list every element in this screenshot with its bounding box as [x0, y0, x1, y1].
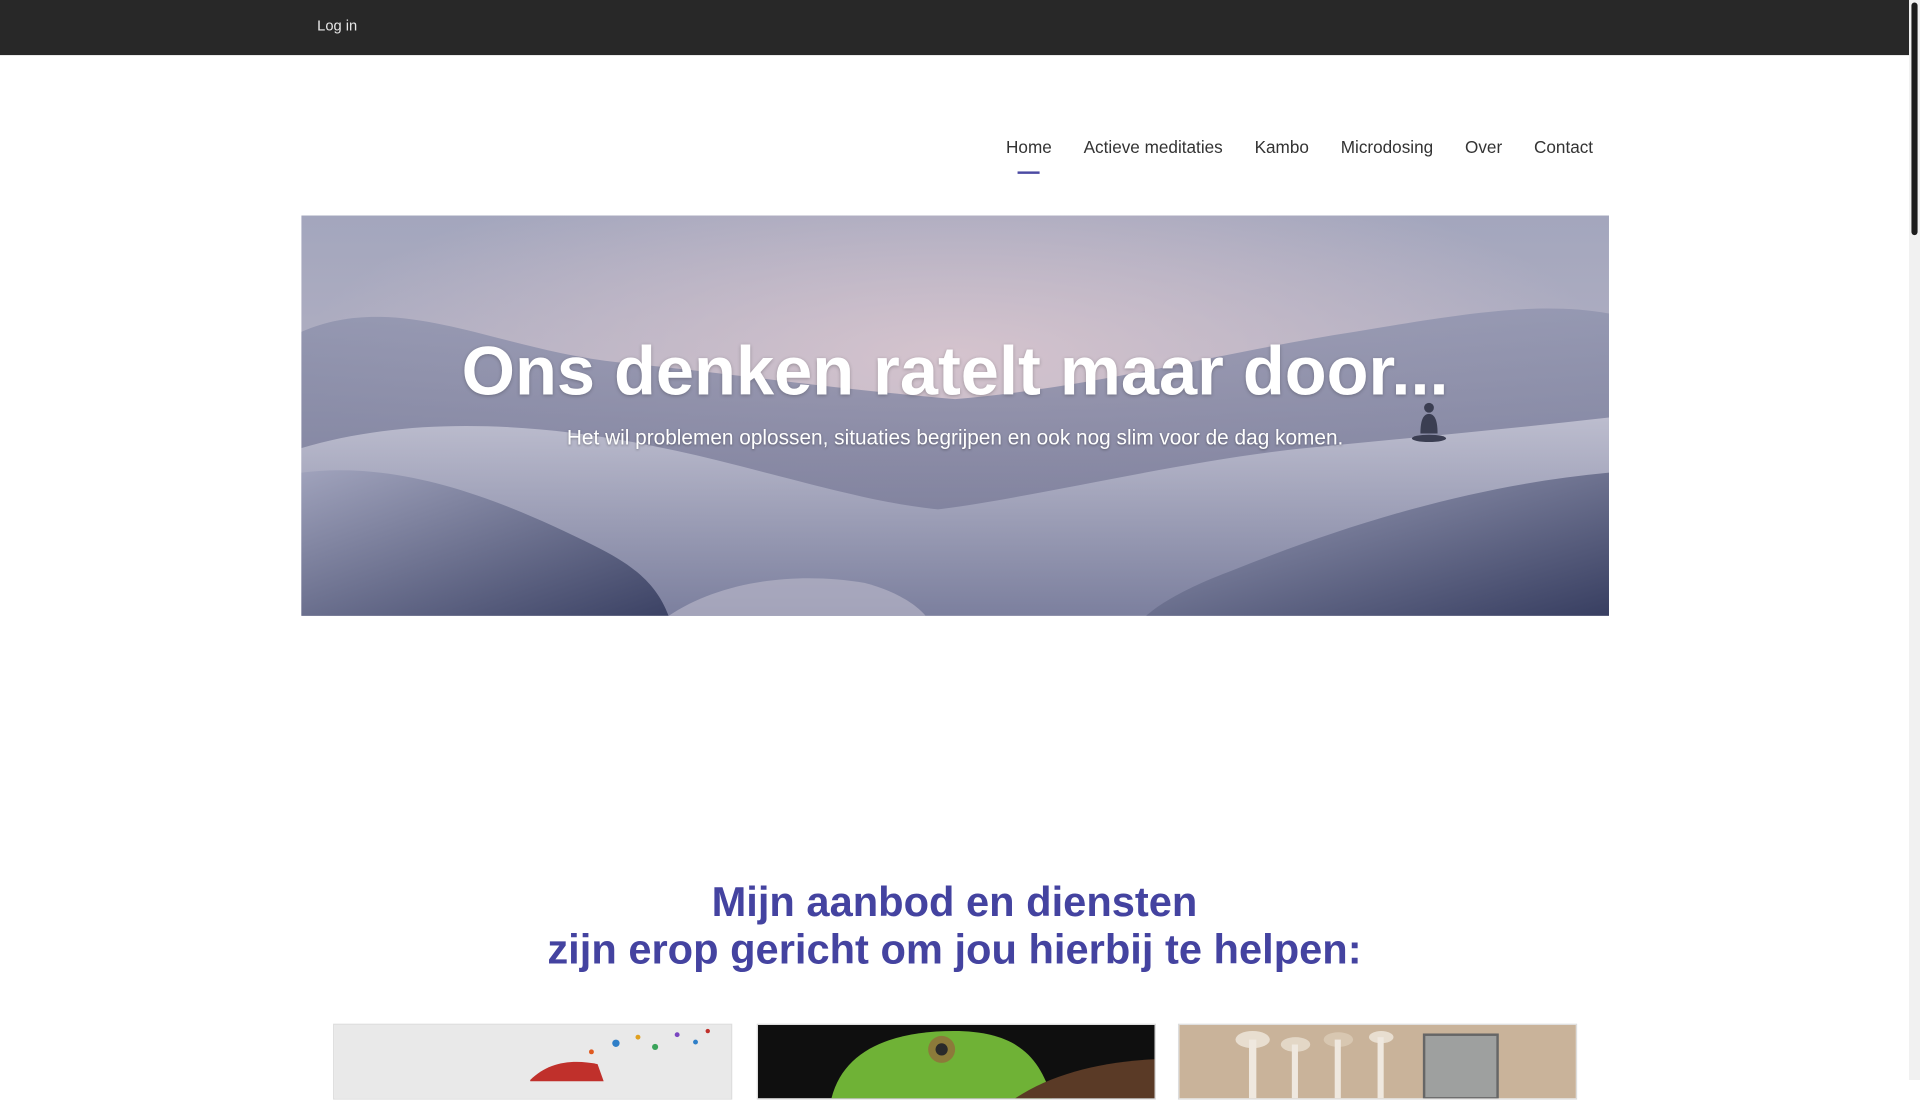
- hero-background-image: [301, 215, 1609, 616]
- hero-banner: Ons denken ratelt maar door... Het wil p…: [301, 215, 1609, 616]
- page-scrollbar[interactable]: [1908, 0, 1920, 1081]
- login-link[interactable]: Log in: [317, 17, 357, 34]
- service-card-meditation[interactable]: [333, 1023, 733, 1100]
- hero-subtitle: Het wil problemen oplossen, situaties be…: [566, 426, 1344, 450]
- service-card-microdosing[interactable]: [1177, 1023, 1578, 1100]
- nav-item-kambo[interactable]: Kambo: [1239, 137, 1325, 157]
- nav-item-home[interactable]: Home: [990, 137, 1068, 157]
- service-card-kambo[interactable]: [756, 1023, 1156, 1100]
- hero-title: Ons denken ratelt maar door...: [461, 331, 1449, 409]
- top-bar: Log in: [0, 0, 1909, 56]
- nav-item-microdosing[interactable]: Microdosing: [1325, 137, 1449, 157]
- services-heading-line1: Mijn aanbod en diensten: [711, 879, 1198, 926]
- nav-item-contact[interactable]: Contact: [1518, 137, 1609, 157]
- services-heading-line2: zijn erop gericht om jou hierbij te help…: [547, 926, 1362, 974]
- main-nav: Home Actieve meditaties Kambo Microdosin…: [990, 137, 1609, 157]
- scrollbar-thumb[interactable]: [1911, 2, 1918, 236]
- nav-item-over[interactable]: Over: [1449, 137, 1518, 157]
- kambo-frog-image: [757, 1024, 1155, 1099]
- services-heading: Mijn aanbod en diensten zijn erop gerich…: [0, 879, 1909, 975]
- page: Log in Home Actieve meditaties Kambo Mic…: [0, 0, 1920, 1100]
- microdosing-mushrooms-image: [1179, 1024, 1576, 1099]
- meditation-card-image: [334, 1024, 732, 1099]
- nav-item-actieve-meditaties[interactable]: Actieve meditaties: [1068, 137, 1239, 157]
